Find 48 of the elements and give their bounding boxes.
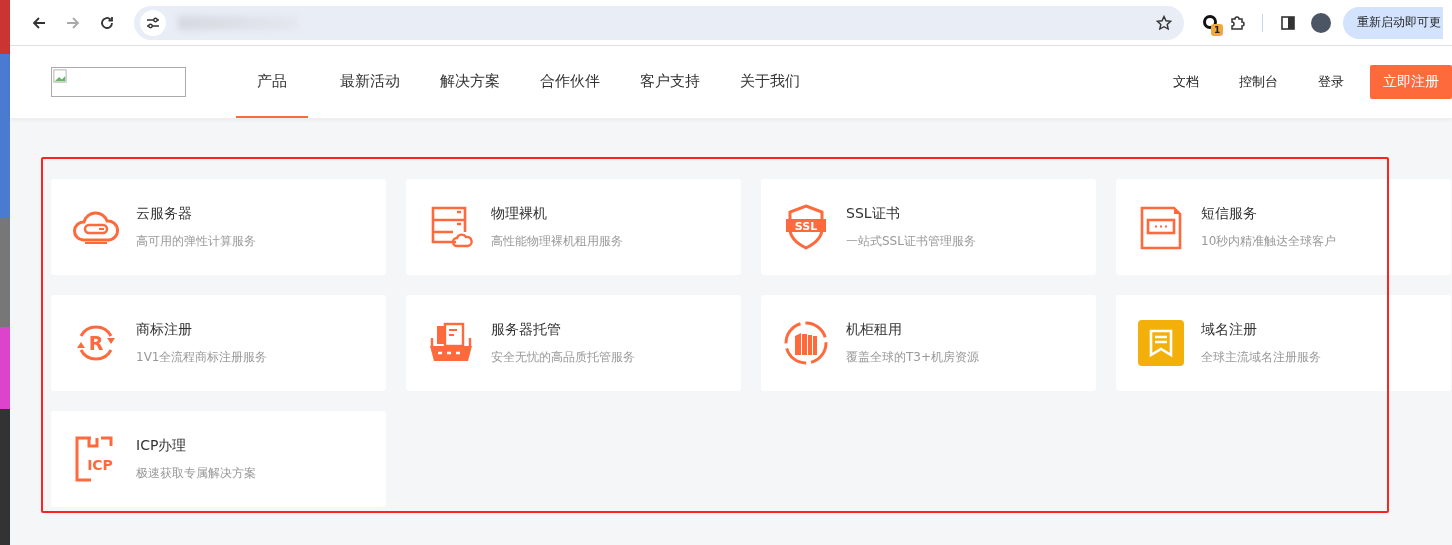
nav-tab[interactable]: 合作伙伴 [540, 46, 600, 118]
product-title: SSL证书 [846, 204, 901, 223]
product-card[interactable]: 短信服务 10秒内精准触达全球客户 [1116, 179, 1451, 275]
header-link[interactable]: 文档 [1173, 73, 1199, 91]
product-card[interactable]: SSL SSL证书 一站式SSL证书管理服务 [761, 179, 1096, 275]
product-description: 10秒内精准触达全球客户 [1201, 232, 1337, 250]
reload-icon[interactable] [99, 14, 115, 31]
product-title: ICP办理 [136, 436, 188, 455]
flag-tile-icon [1136, 318, 1186, 368]
product-description: 1V1全流程商标注册服务 [136, 348, 268, 366]
product-card[interactable]: ICP ICP办理 极速获取专属解决方案 [51, 411, 386, 507]
product-description: 覆盖全球的T3+机房资源 [846, 348, 980, 366]
broken-image-icon [53, 69, 67, 83]
product-description: 高可用的弹性计算服务 [136, 232, 256, 250]
product-title: 短信服务 [1201, 204, 1258, 223]
puzzle-icon[interactable] [1229, 14, 1245, 31]
product-description: 极速获取专属解决方案 [136, 464, 256, 482]
product-title: 域名注册 [1201, 320, 1258, 339]
header-link[interactable]: 登录 [1318, 73, 1344, 91]
site-settings-icon[interactable] [140, 9, 166, 36]
product-title: 云服务器 [136, 204, 193, 223]
product-title: 物理裸机 [491, 204, 548, 223]
product-description: 安全无忧的高品质托管服务 [491, 348, 635, 366]
bookmark-star-icon[interactable] [1156, 14, 1172, 31]
product-card[interactable]: 物理裸机 高性能物理裸机租用服务 [406, 179, 741, 275]
nav-tab[interactable]: 客户支持 [640, 46, 700, 118]
product-description: 一站式SSL证书管理服务 [846, 232, 976, 250]
product-card[interactable]: 云服务器 高可用的弹性计算服务 [51, 179, 386, 275]
header-link[interactable]: 控制台 [1239, 73, 1278, 91]
product-title: 服务器托管 [491, 320, 562, 339]
product-title: 商标注册 [136, 320, 193, 339]
nav-tab[interactable]: 最新活动 [340, 46, 400, 118]
side-panel-icon[interactable] [1280, 14, 1296, 31]
nav-tab[interactable]: 产品 [236, 46, 308, 118]
product-card[interactable]: 机柜租用 覆盖全球的T3+机房资源 [761, 295, 1096, 391]
restart-button[interactable]: 重新启动即可更 [1343, 6, 1443, 39]
product-card[interactable]: 域名注册 全球主流域名注册服务 [1116, 295, 1451, 391]
product-card[interactable]: 服务器托管 安全无忧的高品质托管服务 [406, 295, 741, 391]
product-card[interactable]: R 商标注册 1V1全流程商标注册服务 [51, 295, 386, 391]
extension-badge: 1 [1211, 23, 1224, 36]
product-description: 全球主流域名注册服务 [1201, 348, 1321, 366]
extension-button[interactable]: 1 [1202, 13, 1220, 32]
product-title: 机柜租用 [846, 320, 903, 339]
nav-tab[interactable]: 关于我们 [740, 46, 800, 118]
product-description: 高性能物理裸机租用服务 [491, 232, 623, 250]
profile-avatar[interactable] [1311, 12, 1331, 33]
nav-tab[interactable]: 解决方案 [440, 46, 500, 118]
back-icon[interactable] [31, 14, 47, 31]
